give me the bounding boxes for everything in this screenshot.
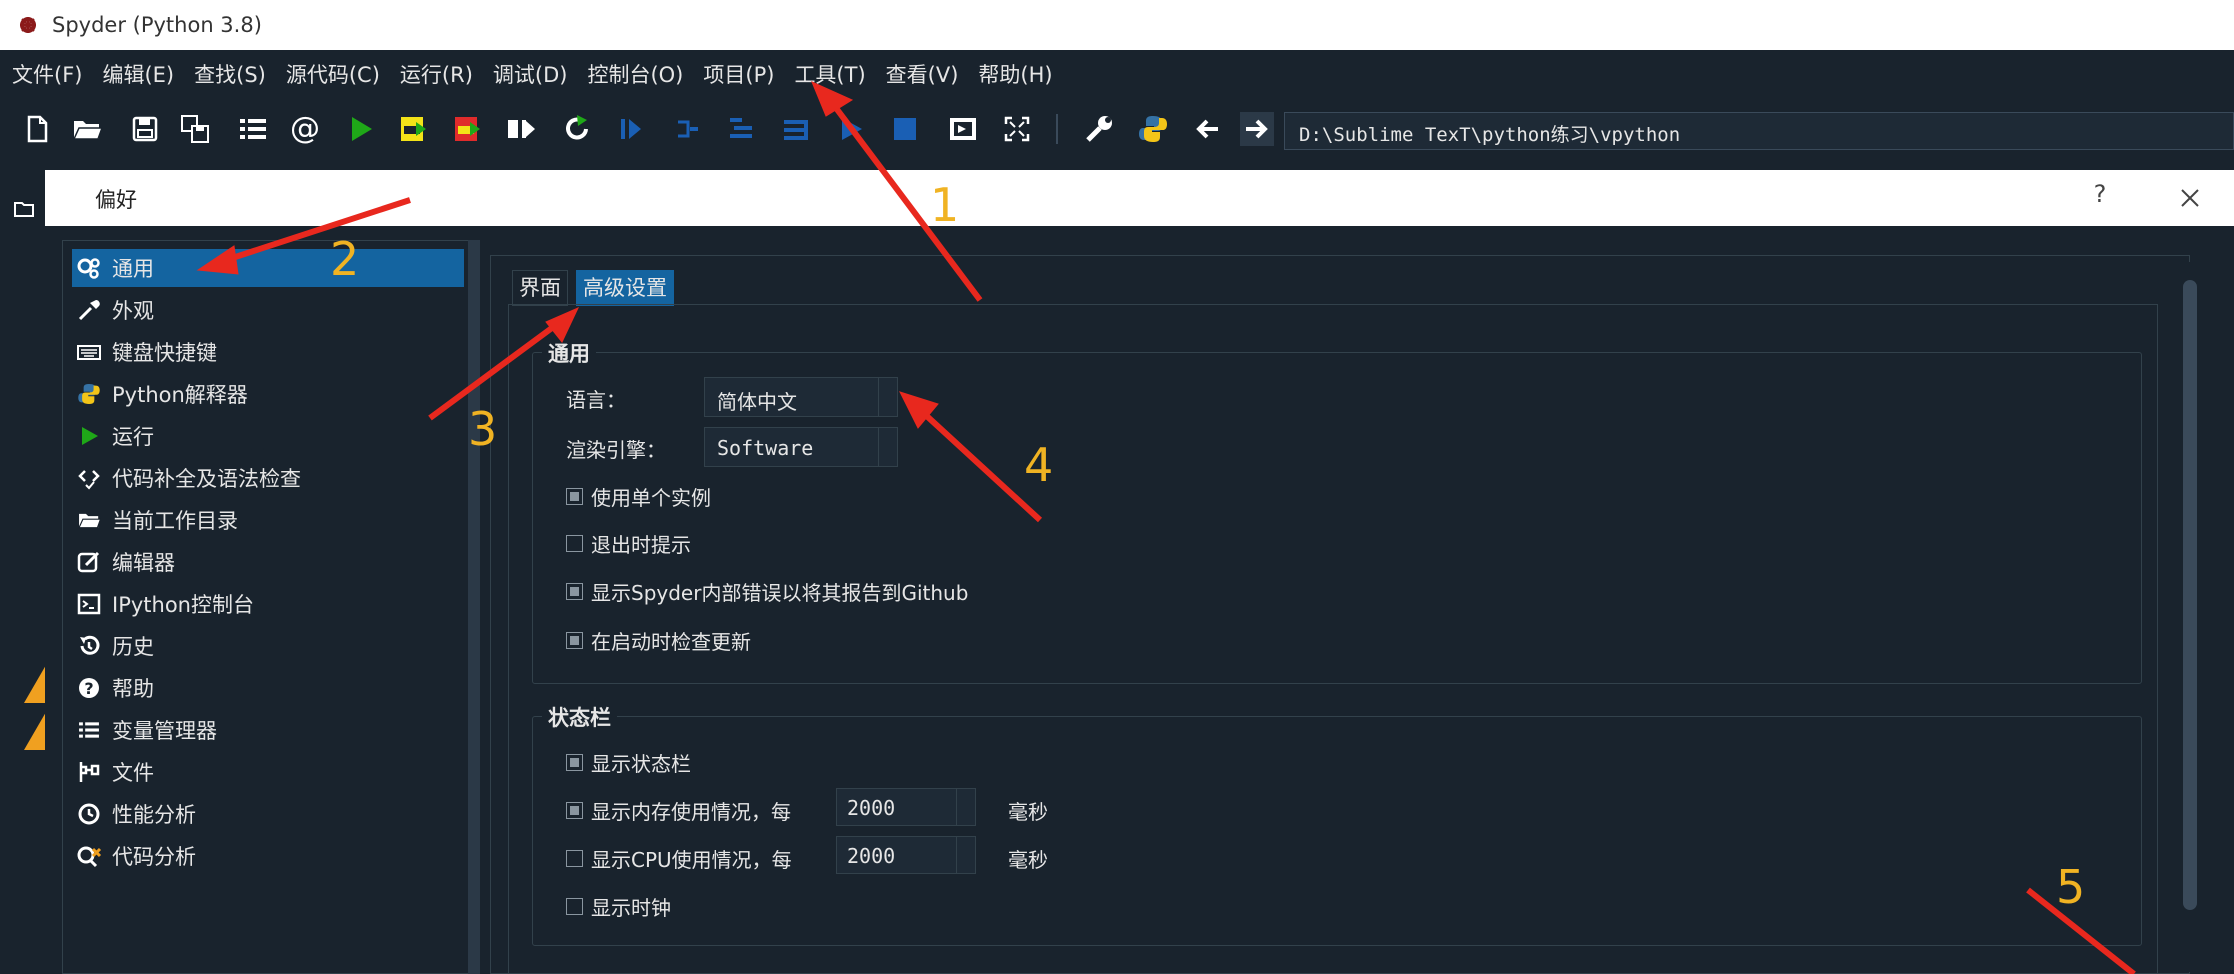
annotation-number-2: 2 (330, 232, 360, 286)
annotation-number-5: 5 (2056, 860, 2086, 914)
annotation-number-4: 4 (1024, 438, 1054, 492)
annotation-number-1: 1 (930, 178, 960, 232)
annotation-number-3: 3 (468, 402, 498, 456)
annotation-arrows (196, 81, 2136, 974)
